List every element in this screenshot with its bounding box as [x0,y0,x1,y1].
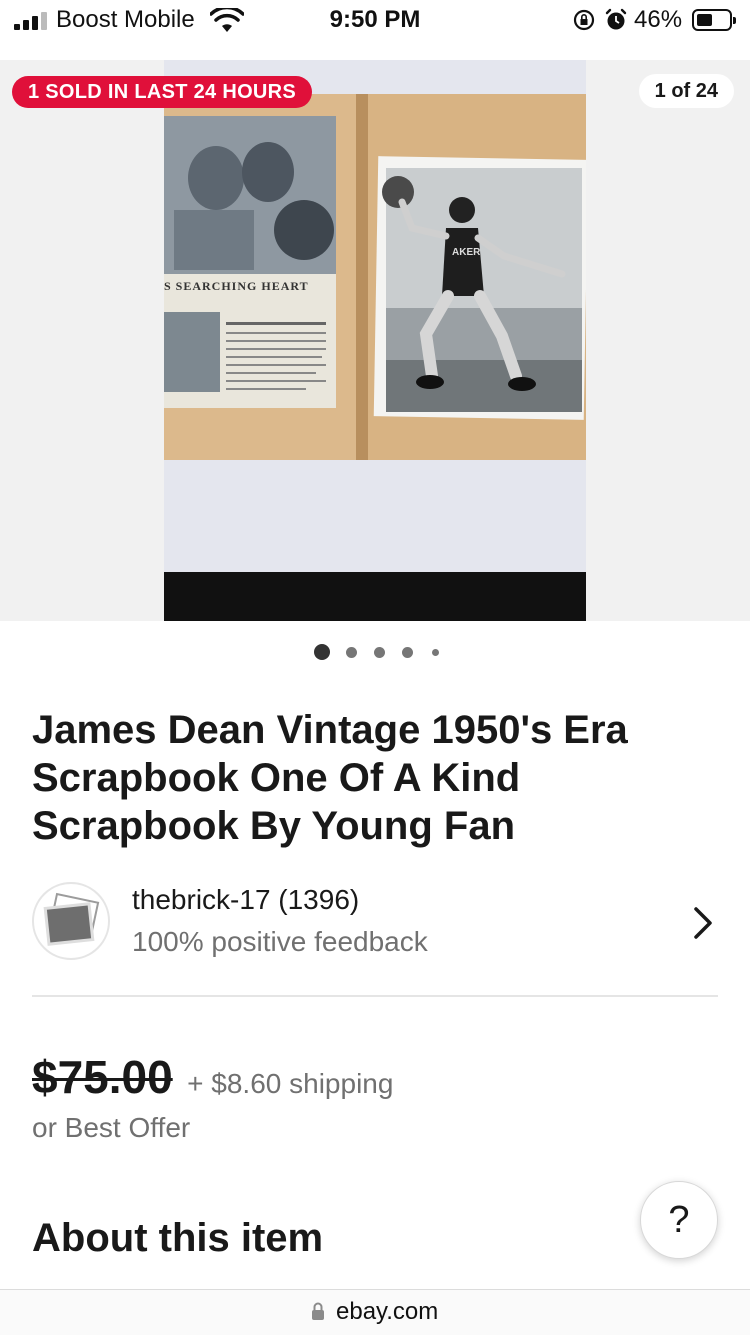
orientation-lock-icon [573,9,595,31]
seller-feedback: 100% positive feedback [132,926,428,957]
clipping-caption: S SEARCHING HEART [164,279,309,293]
section-divider [32,995,718,997]
seller-name[interactable]: thebrick-17 (1396) [132,884,359,916]
image-counter-badge: 1 of 24 [638,74,734,108]
sold-count-badge: 1 SOLD IN LAST 24 HOURS [12,76,313,108]
alarm-icon [605,8,627,30]
lock-icon [312,1302,324,1320]
gallery-pagination[interactable] [0,642,750,662]
best-offer-label: or Best Offer [32,1112,191,1143]
status-bar: Boost Mobile 9:50 PM 46% [0,0,750,42]
listing-title: James Dean Vintage 1950's Era Scrapbook … [32,708,628,848]
pagination-dot[interactable] [374,647,385,658]
listing-photo[interactable]: S SEARCHING HEART AKER [164,60,586,621]
url-text[interactable]: ebay.com [336,1298,438,1326]
battery-icon [692,9,736,31]
pagination-dot[interactable] [402,647,413,658]
seller-info-row[interactable]: thebrick-17 (1396) 100% positive feedbac… [32,880,718,968]
item-price: $75.00 [32,1051,173,1103]
battery-percent: 46% [634,6,683,33]
pagination-dot[interactable] [346,647,357,658]
shipping-cost: + $8.60 shipping [187,1068,394,1099]
seller-avatar [32,882,110,960]
browser-address-bar[interactable]: ebay.com [0,1289,750,1335]
help-button[interactable]: ? [640,1181,718,1259]
chevron-right-icon[interactable] [692,906,714,940]
battery-fill [697,14,712,26]
jersey-lettering: AKER [452,247,481,258]
pagination-dot-active[interactable] [314,644,330,660]
pagination-dot[interactable] [432,649,439,656]
photo-placeholder-icon [43,892,100,946]
price-row: $75.00 + $8.60 shipping [32,1050,393,1106]
image-gallery[interactable]: S SEARCHING HEART AKER [0,60,750,621]
scrapbook-photo: S SEARCHING HEART AKER [164,60,586,621]
about-item-heading: About this item [32,1216,324,1260]
